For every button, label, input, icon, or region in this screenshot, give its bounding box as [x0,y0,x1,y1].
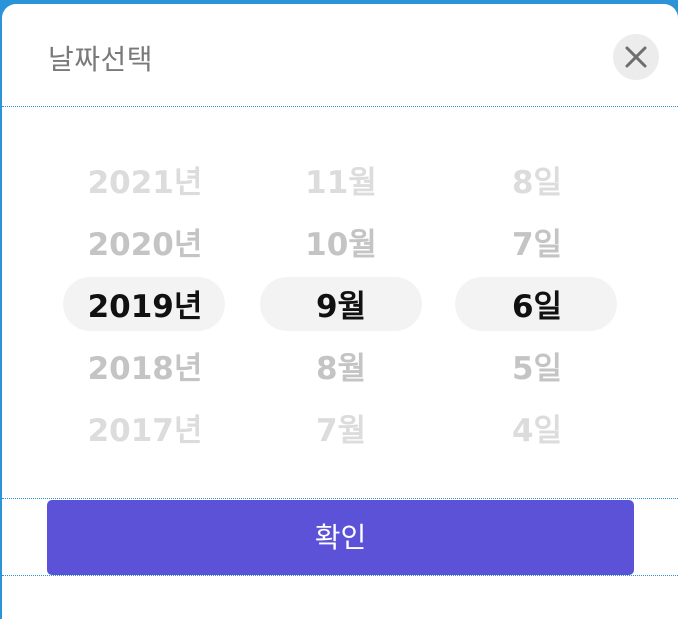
year-option[interactable]: 2020년 [47,214,243,276]
month-option-selected[interactable]: 9월 [243,276,439,338]
dialog-title: 날짜선택 [48,43,154,76]
close-button[interactable] [613,34,659,80]
month-option[interactable]: 7월 [243,400,439,462]
day-option[interactable]: 8일 [439,152,635,214]
year-option[interactable]: 2021년 [47,152,243,214]
year-option-selected[interactable]: 2019년 [47,276,243,338]
day-option[interactable]: 4일 [439,400,635,462]
year-option[interactable]: 2017년 [47,400,243,462]
confirm-button[interactable]: 확인 [47,500,634,575]
date-picker-dialog: 날짜선택 2021년 2020년 2019년 2018년 2017년 11월 1… [2,4,678,619]
day-option[interactable]: 5일 [439,338,635,400]
year-option[interactable]: 2018년 [47,338,243,400]
day-option-selected[interactable]: 6일 [439,276,635,338]
header-divider [2,106,678,107]
footer-divider-bottom [2,575,678,576]
close-icon [625,46,647,68]
footer-divider-top [2,498,678,499]
month-option[interactable]: 8월 [243,338,439,400]
day-option[interactable]: 7일 [439,214,635,276]
month-option[interactable]: 10월 [243,214,439,276]
month-option[interactable]: 11월 [243,152,439,214]
